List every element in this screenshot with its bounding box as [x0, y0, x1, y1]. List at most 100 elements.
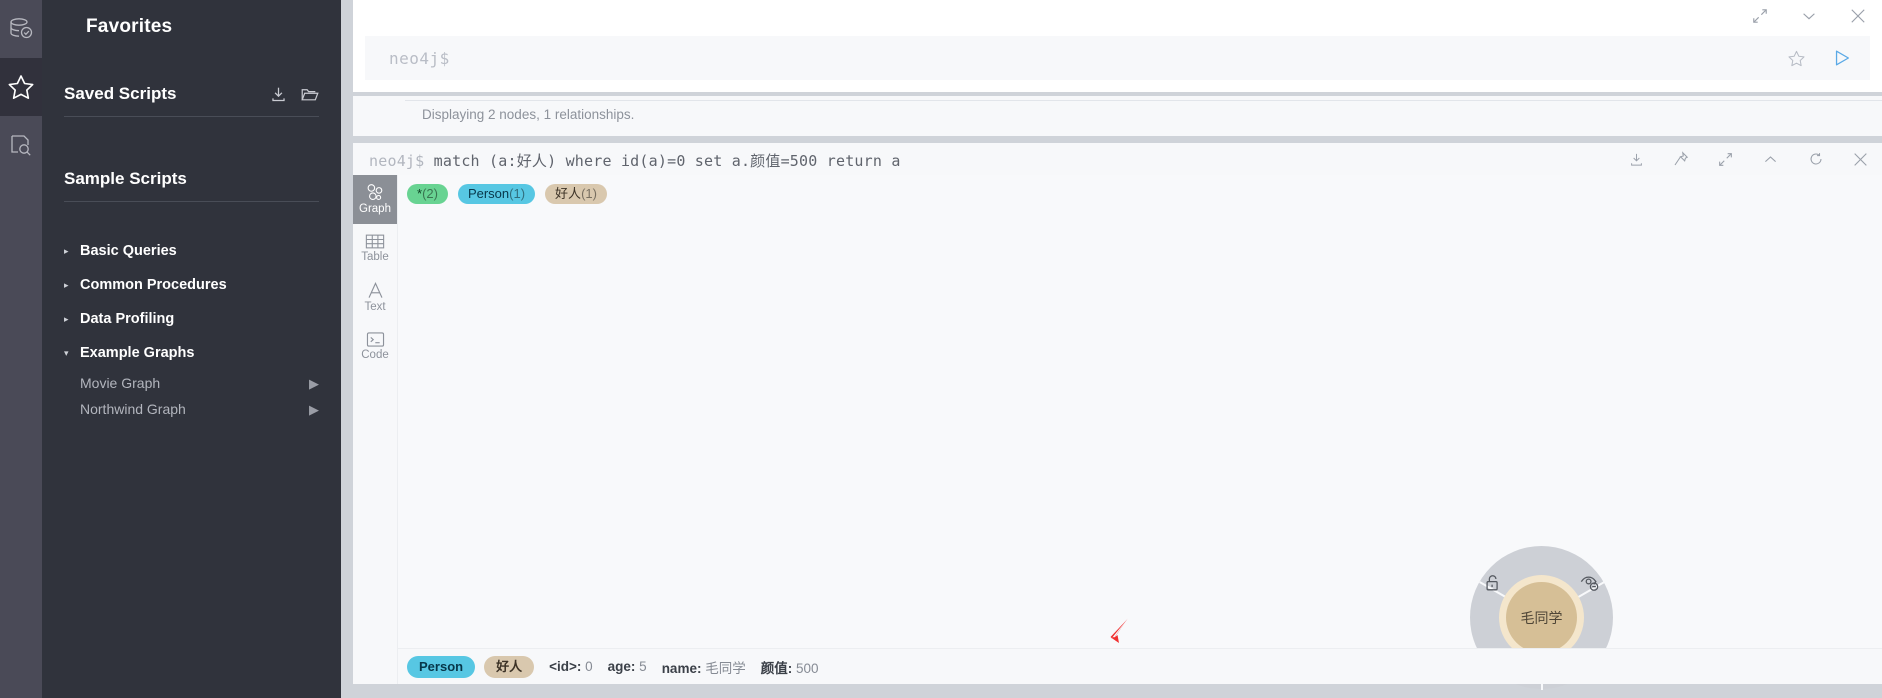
- legend-chip-label: Person: [467, 186, 510, 201]
- rail-item-documents[interactable]: [0, 116, 42, 174]
- download-icon[interactable]: [1629, 152, 1644, 167]
- result-query-text: neo4j$ match (a:好人) where id(a)=0 set a.…: [369, 150, 901, 171]
- result-summary-card: Displaying 2 nodes, 1 relationships.: [353, 96, 1882, 136]
- favorites-drawer: Favorites Saved Scripts Sample Scripts ▸…: [42, 0, 341, 698]
- cypher-input-placeholder: neo4j$: [389, 48, 450, 68]
- expand-icon[interactable]: [1718, 152, 1733, 167]
- prop-key: <id>:: [549, 659, 582, 674]
- star-outline-icon[interactable]: [1787, 49, 1806, 68]
- tree-group-example-graphs[interactable]: ▾ Example Graphs: [64, 336, 319, 370]
- tab-table[interactable]: Table: [353, 224, 397, 273]
- pin-icon[interactable]: [1673, 151, 1689, 167]
- query-string: match (a:好人) where id(a)=0 set a.颜值=500 …: [433, 152, 901, 170]
- drawer-title: Favorites: [86, 16, 173, 37]
- inspector-label-person[interactable]: Person: [407, 655, 476, 678]
- chevron-up-icon[interactable]: [1762, 151, 1779, 168]
- sample-scripts-header: Sample Scripts: [64, 117, 319, 189]
- sample-scripts-divider: [64, 201, 319, 202]
- sample-scripts-title: Sample Scripts: [64, 169, 187, 188]
- result-summary-text: Displaying 2 nodes, 1 relationships.: [422, 107, 635, 122]
- prop-key: 颜值:: [760, 660, 793, 676]
- tree-item-northwind-graph[interactable]: Northwind Graph ▶: [64, 396, 319, 422]
- code-icon: [366, 331, 385, 348]
- star-icon: [7, 73, 35, 101]
- prop-value: 0: [585, 659, 593, 674]
- inspector-label-text: 好人: [496, 658, 523, 674]
- rail-item-database[interactable]: [0, 0, 42, 58]
- saved-scripts-header: Saved Scripts: [64, 38, 319, 104]
- database-icon: [8, 16, 34, 42]
- unlock-icon[interactable]: [1483, 573, 1503, 593]
- inspector-label-text: Person: [419, 658, 464, 674]
- cypher-input-row[interactable]: neo4j$: [365, 36, 1870, 80]
- tree-item-movie-graph[interactable]: Movie Graph ▶: [64, 370, 319, 396]
- expand-icon[interactable]: [1752, 8, 1768, 24]
- tab-graph[interactable]: Graph: [353, 175, 397, 224]
- legend-chip-haoren[interactable]: 好人(1): [545, 184, 607, 204]
- graph-node[interactable]: 毛同学: [1506, 582, 1577, 653]
- chevron-down-icon[interactable]: [1800, 7, 1818, 25]
- rail-item-favorites[interactable]: [0, 58, 42, 116]
- download-icon[interactable]: [270, 86, 287, 103]
- tree-group-common-procedures[interactable]: ▸ Common Procedures: [64, 268, 319, 302]
- legend-chip-all[interactable]: *(2): [407, 184, 448, 204]
- prop-value: 5: [639, 659, 647, 674]
- sidebar-icon-rail: [0, 0, 42, 698]
- result-frame: neo4j$ match (a:好人) where id(a)=0 set a.…: [353, 143, 1882, 690]
- prop-value: 毛同学: [705, 660, 746, 676]
- tab-label: Text: [364, 301, 386, 314]
- query-prompt-prefix: neo4j$: [369, 152, 425, 170]
- tree-group-label: Data Profiling: [80, 311, 175, 327]
- text-icon: [366, 281, 385, 300]
- document-search-icon: [8, 132, 34, 158]
- legend-chip-count: (1): [509, 186, 526, 201]
- table-icon: [365, 233, 385, 250]
- saved-scripts-title: Saved Scripts: [64, 84, 177, 103]
- inspector-label-haoren[interactable]: 好人: [484, 655, 535, 678]
- chevron-down-icon: ▾: [64, 347, 69, 358]
- tab-text[interactable]: Text: [353, 273, 397, 322]
- tree-group-basic-queries[interactable]: ▸ Basic Queries: [64, 234, 319, 268]
- run-script-icon[interactable]: ▶: [309, 403, 319, 416]
- graph-icon: [365, 183, 385, 202]
- node-inspector-bar: Person 好人 <id>: 0 age: 5 name: 毛同学 颜值: 5…: [398, 648, 1882, 684]
- prop-value: 500: [795, 660, 819, 676]
- close-icon[interactable]: [1853, 152, 1868, 167]
- legend-chip-count: (1): [581, 186, 597, 201]
- tree-group-label: Basic Queries: [80, 243, 177, 259]
- hide-node-icon[interactable]: [1579, 573, 1600, 593]
- inspector-prop-id: <id>: 0: [549, 659, 593, 674]
- legend-chip-label: 好人: [555, 186, 582, 201]
- query-editor-card: neo4j$: [353, 0, 1882, 92]
- prop-key: name:: [661, 660, 702, 676]
- tab-label: Table: [361, 251, 389, 264]
- tree-group-label: Example Graphs: [80, 345, 195, 361]
- chevron-right-icon: ▸: [64, 313, 69, 324]
- chevron-right-icon: ▸: [64, 279, 69, 290]
- graph-canvas[interactable]: *(2) Person(1) 好人(1) 毛同学 Person 好人 <id>:…: [397, 175, 1882, 690]
- inspector-prop-yanzhi: 颜值: 500: [761, 657, 819, 677]
- prop-key: age:: [607, 659, 636, 674]
- summary-divider: [405, 100, 1882, 101]
- tab-label: Graph: [359, 203, 391, 216]
- tree-item-label: Northwind Graph: [80, 401, 186, 417]
- editor-titlebar: [353, 0, 1882, 32]
- tree-group-data-profiling[interactable]: ▸ Data Profiling: [64, 302, 319, 336]
- result-body: Graph Table Text Code *(2) Person(1) 好人(…: [353, 175, 1882, 690]
- close-icon[interactable]: [1850, 8, 1866, 24]
- chevron-right-icon: ▸: [64, 245, 69, 256]
- inspector-prop-name: name: 毛同学: [662, 657, 746, 677]
- new-folder-icon[interactable]: [301, 86, 319, 103]
- result-query-bar: neo4j$ match (a:好人) where id(a)=0 set a.…: [353, 143, 1882, 175]
- legend-chip-person[interactable]: Person(1): [457, 184, 536, 204]
- tab-code[interactable]: Code: [353, 322, 397, 371]
- rerun-icon[interactable]: [1808, 151, 1824, 167]
- result-view-tabs: Graph Table Text Code: [353, 175, 397, 684]
- play-icon[interactable]: [1832, 48, 1852, 68]
- inspector-prop-age: age: 5: [608, 659, 647, 674]
- legend-chips: *(2) Person(1) 好人(1): [407, 184, 607, 204]
- main-content: neo4j$ Displaying 2 nodes, 1 relationshi…: [341, 0, 1882, 698]
- sample-scripts-tree: ▸ Basic Queries ▸ Common Procedures ▸ Da…: [64, 234, 319, 422]
- node-caption: 毛同学: [1520, 609, 1563, 626]
- run-script-icon[interactable]: ▶: [309, 377, 319, 390]
